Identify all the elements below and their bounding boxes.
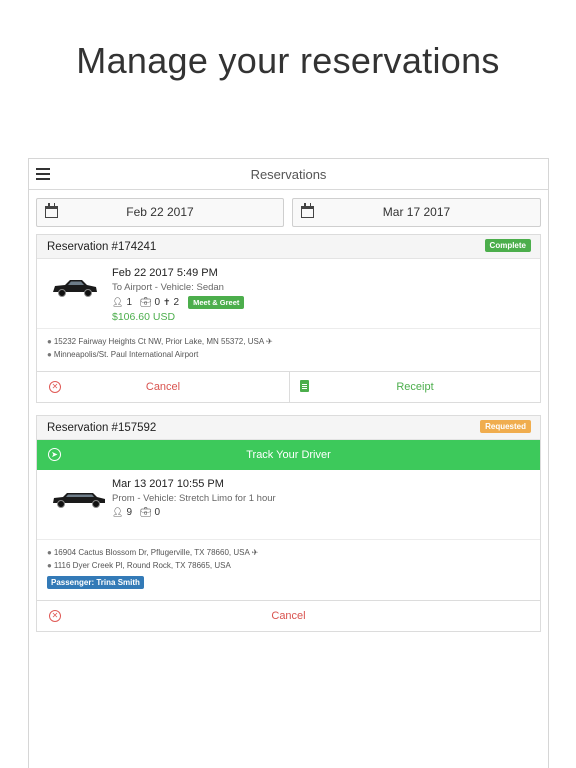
pickup-datetime: Feb 22 2017 5:49 PM xyxy=(112,267,218,279)
child-seat-count: 2 xyxy=(173,297,180,308)
airplane-icon: ✈ xyxy=(251,548,259,557)
reservation-header: Reservation #157592 Requested xyxy=(37,416,540,440)
luggage-count: 0 xyxy=(154,297,160,308)
limo-car-icon xyxy=(53,493,105,508)
cancel-circle-icon: ✕ xyxy=(49,381,61,393)
reservation-title: Reservation #157592 xyxy=(47,422,157,434)
passenger-name-badge: Passenger: Trina Smith xyxy=(47,576,144,589)
cancel-button[interactable]: ✕ Cancel xyxy=(37,601,540,632)
trip-counts: 👤︎ 9 💼︎ 0 xyxy=(112,507,276,518)
app-screen: Reservations Feb 22 2017 Mar 17 2017 Res… xyxy=(28,158,549,768)
status-badge: Complete xyxy=(484,239,531,252)
dropoff-address: ● Minneapolis/St. Paul International Airp… xyxy=(47,350,199,359)
meet-greet-badge: Meet & Greet xyxy=(188,296,245,309)
status-badge: Requested xyxy=(480,420,531,433)
cancel-circle-icon: ✕ xyxy=(49,610,61,622)
map-pin-icon: ● xyxy=(47,337,52,346)
start-date-value: Feb 22 2017 xyxy=(126,205,194,219)
map-pin-icon: ● xyxy=(47,561,52,570)
reservation-actions: ✕ Cancel xyxy=(37,600,540,631)
trip-description: Prom - Vehicle: Stretch Limo for 1 hour xyxy=(112,493,276,504)
passenger-icon: 👤︎ xyxy=(112,297,124,307)
dropoff-address: ● 1116 Dyer Creek Pl, Round Rock, TX 7866… xyxy=(47,561,231,570)
navbar: Reservations xyxy=(29,159,548,190)
luggage-icon: 💼︎ xyxy=(140,297,152,307)
pickup-datetime: Mar 13 2017 10:55 PM xyxy=(112,478,224,490)
end-date-picker[interactable]: Mar 17 2017 xyxy=(292,198,541,227)
reservation-card: Reservation #157592 Requested ➤ Track Yo… xyxy=(36,415,541,632)
child-seat-icon: ✝ xyxy=(163,297,171,307)
end-date-value: Mar 17 2017 xyxy=(382,205,451,219)
airplane-icon: ✈ xyxy=(265,337,273,346)
passenger-count: 9 xyxy=(126,507,132,518)
reservation-title: Reservation #174241 xyxy=(47,241,157,253)
sedan-car-icon xyxy=(53,280,97,297)
reservation-header: Reservation #174241 Complete xyxy=(37,235,540,259)
trip-description: To Airport - Vehicle: Sedan xyxy=(112,282,224,293)
passenger-count: 1 xyxy=(126,297,132,308)
pickup-address: ● 15232 Fairway Heights Ct NW, Prior Lake… xyxy=(47,337,273,346)
receipt-button[interactable]: Receipt xyxy=(289,372,540,403)
reservation-actions: ✕ Cancel Receipt xyxy=(37,371,540,403)
map-pin-icon: ● xyxy=(47,350,52,359)
luggage-count: 0 xyxy=(154,507,160,518)
trip-counts: 👤︎ 1 💼︎ 0 ✝ 2 Meet & Greet xyxy=(112,296,245,309)
map-pin-icon: ● xyxy=(47,548,52,557)
receipt-document-icon xyxy=(300,380,309,392)
reservation-card: Reservation #174241 Complete Feb 22 2017… xyxy=(36,234,541,403)
cancel-button[interactable]: ✕ Cancel xyxy=(37,372,289,403)
luggage-icon: 💼︎ xyxy=(140,507,152,517)
pickup-address: ● 16904 Cactus Blossom Dr, Pflugerville, … xyxy=(47,548,259,557)
reservation-details: Mar 13 2017 10:55 PM Prom - Vehicle: Str… xyxy=(37,470,540,540)
page-title: Reservations xyxy=(250,167,327,182)
track-driver-button[interactable]: ➤ Track Your Driver xyxy=(37,440,540,470)
page-headline: Manage your reservations xyxy=(76,40,500,81)
start-date-picker[interactable]: Feb 22 2017 xyxy=(36,198,284,227)
reservation-details: Feb 22 2017 5:49 PM To Airport - Vehicle… xyxy=(37,259,540,329)
passenger-icon: 👤︎ xyxy=(112,507,124,517)
navigation-arrow-icon: ➤ xyxy=(48,448,61,461)
trip-price: $106.60 USD xyxy=(112,311,176,323)
